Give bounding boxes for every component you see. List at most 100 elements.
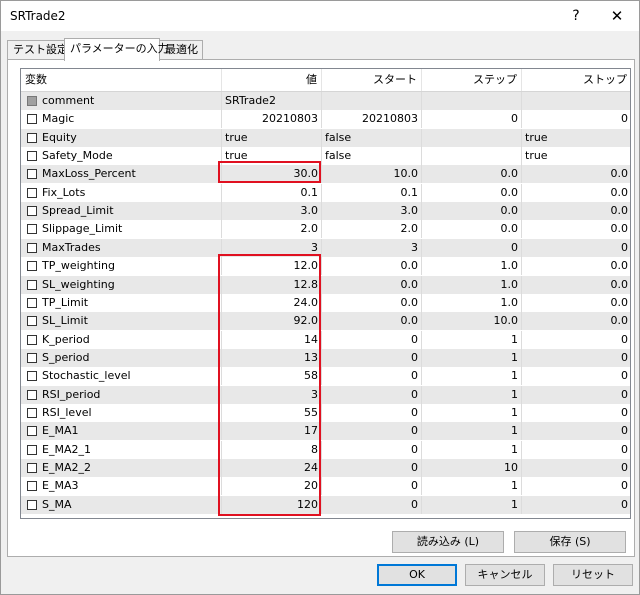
optimize-checkbox[interactable] <box>27 426 37 437</box>
stop-cell[interactable]: 0.0 <box>522 276 630 294</box>
optimize-checkbox[interactable] <box>27 352 37 363</box>
value-cell[interactable]: 92.0 <box>222 312 322 331</box>
save-button[interactable]: 保存 (S) <box>514 531 626 553</box>
optimize-checkbox[interactable] <box>27 407 37 418</box>
step-cell[interactable]: 1.0 <box>422 257 522 276</box>
optimize-checkbox[interactable] <box>27 334 37 345</box>
table-row[interactable]: E_MA2_1 8 0 1 0 <box>21 440 630 459</box>
column-header-variable[interactable]: 変数 <box>21 69 222 91</box>
stop-cell[interactable]: 0 <box>522 367 630 385</box>
optimize-checkbox[interactable] <box>27 463 37 473</box>
table-row[interactable]: E_MA1 17 0 1 0 <box>21 422 630 441</box>
table-row[interactable]: Spread_Limit 3.0 3.0 0.0 0.0 <box>21 202 630 221</box>
value-cell[interactable]: 24 <box>222 459 322 477</box>
table-row[interactable]: K_period 14 0 1 0 <box>21 330 630 349</box>
optimize-checkbox[interactable] <box>27 132 37 143</box>
optimize-checkbox[interactable] <box>27 224 37 235</box>
ok-button[interactable]: OK <box>377 564 457 586</box>
step-cell[interactable]: 0 <box>422 238 522 257</box>
optimize-checkbox[interactable] <box>27 444 37 455</box>
stop-cell[interactable]: 0.0 <box>522 294 630 312</box>
start-cell[interactable]: 0 <box>322 403 422 422</box>
stop-cell[interactable]: 0.0 <box>522 202 630 220</box>
optimize-checkbox[interactable] <box>27 297 37 308</box>
stop-cell[interactable]: true <box>522 129 630 147</box>
value-cell[interactable]: 30.0 <box>222 165 322 184</box>
table-row[interactable]: MaxTrades 3 3 0 0 <box>21 238 630 257</box>
stop-cell[interactable]: 0 <box>522 422 630 440</box>
column-header-value[interactable]: 値 <box>222 69 322 91</box>
tab-parameter-input[interactable]: パラメーターの入力 <box>64 38 169 61</box>
stop-cell[interactable]: 0 <box>522 110 630 128</box>
start-cell[interactable]: false <box>322 128 422 147</box>
value-cell[interactable]: 120 <box>222 495 322 514</box>
value-cell[interactable]: 2.0 <box>222 220 322 239</box>
step-cell[interactable]: 0.0 <box>422 220 522 239</box>
reset-button[interactable]: リセット <box>553 564 633 586</box>
value-cell[interactable]: 3.0 <box>222 202 322 221</box>
stop-cell[interactable]: 0.0 <box>522 257 630 275</box>
value-cell[interactable]: 20210803 <box>222 110 322 129</box>
value-cell[interactable]: 0.1 <box>222 183 322 202</box>
stop-cell[interactable]: 0 <box>522 459 630 477</box>
column-header-step[interactable]: ステップ <box>422 69 522 91</box>
table-row[interactable]: RSI_level 55 0 1 0 <box>21 403 630 422</box>
stop-cell[interactable]: 0 <box>522 386 630 404</box>
optimize-checkbox[interactable] <box>27 389 37 400</box>
stop-cell[interactable]: 0 <box>522 404 630 422</box>
stop-cell[interactable]: true <box>522 147 630 165</box>
step-cell[interactable]: 1 <box>422 330 522 349</box>
table-row[interactable]: Safety_Mode true false true <box>21 147 630 166</box>
value-cell[interactable]: 24.0 <box>222 293 322 312</box>
step-cell[interactable]: 1 <box>422 403 522 422</box>
step-cell[interactable]: 1 <box>422 422 522 441</box>
step-cell[interactable]: 0.0 <box>422 165 522 184</box>
start-cell[interactable]: 10.0 <box>322 165 422 184</box>
table-row[interactable]: Stochastic_level 58 0 1 0 <box>21 367 630 386</box>
optimize-checkbox[interactable] <box>27 242 37 253</box>
step-cell[interactable]: 0.0 <box>422 202 522 221</box>
value-cell[interactable]: 20 <box>222 477 322 496</box>
start-cell[interactable]: 0 <box>322 367 422 386</box>
table-row[interactable]: Slippage_Limit 2.0 2.0 0.0 0.0 <box>21 220 630 239</box>
value-cell[interactable]: 3 <box>222 238 322 257</box>
start-cell[interactable]: 3 <box>322 238 422 257</box>
tab-test-settings[interactable]: テスト設定 <box>7 40 68 60</box>
value-cell[interactable]: 12.8 <box>222 275 322 294</box>
close-button[interactable]: ✕ <box>597 1 637 31</box>
step-cell[interactable]: 1 <box>422 440 522 459</box>
stop-cell[interactable]: 0 <box>522 349 630 367</box>
step-cell[interactable]: 10.0 <box>422 312 522 331</box>
start-cell[interactable]: 20210803 <box>322 110 422 129</box>
value-cell[interactable]: 3 <box>222 385 322 404</box>
step-cell[interactable]: 1 <box>422 477 522 496</box>
cancel-button[interactable]: キャンセル <box>465 564 545 586</box>
table-row[interactable]: Equity true false true <box>21 128 630 147</box>
value-cell[interactable]: 17 <box>222 422 322 441</box>
optimize-checkbox[interactable] <box>27 481 37 492</box>
step-cell[interactable]: 0 <box>422 110 522 129</box>
start-cell[interactable]: 0 <box>322 477 422 496</box>
value-cell[interactable]: true <box>222 128 322 147</box>
step-cell[interactable]: 1.0 <box>422 293 522 312</box>
start-cell[interactable]: false <box>322 147 422 166</box>
value-cell[interactable]: 58 <box>222 367 322 386</box>
optimize-checkbox[interactable] <box>27 96 37 106</box>
table-row[interactable]: Fix_Lots 0.1 0.1 0.0 0.0 <box>21 183 630 202</box>
optimize-checkbox[interactable] <box>27 151 37 162</box>
step-cell[interactable]: 10 <box>422 459 522 477</box>
start-cell[interactable]: 3.0 <box>322 202 422 221</box>
table-row[interactable]: SL_weighting 12.8 0.0 1.0 0.0 <box>21 275 630 294</box>
optimize-checkbox[interactable] <box>27 316 37 327</box>
stop-cell[interactable]: 0 <box>522 477 630 495</box>
stop-cell[interactable]: 0 <box>522 441 630 459</box>
start-cell[interactable]: 0 <box>322 385 422 404</box>
start-cell[interactable]: 0.1 <box>322 183 422 202</box>
table-row[interactable]: E_MA3 20 0 1 0 <box>21 477 630 496</box>
table-row[interactable]: RSI_period 3 0 1 0 <box>21 385 630 404</box>
optimize-checkbox[interactable] <box>27 499 37 510</box>
start-cell[interactable]: 0.0 <box>322 275 422 294</box>
start-cell[interactable]: 0.0 <box>322 257 422 276</box>
start-cell[interactable]: 0 <box>322 440 422 459</box>
value-cell[interactable]: 14 <box>222 330 322 349</box>
